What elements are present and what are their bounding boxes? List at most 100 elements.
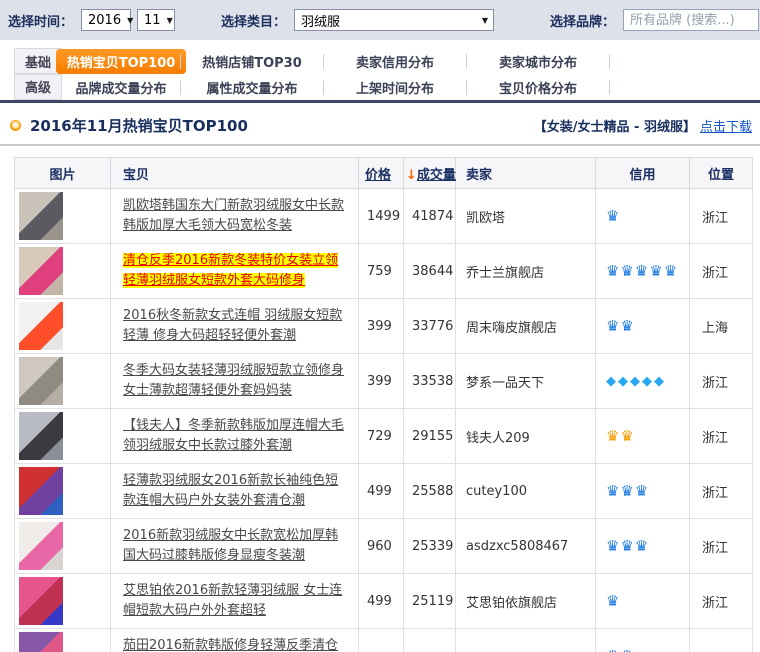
tab-hot-items-top100[interactable]: 热销宝贝TOP100 [62, 48, 180, 74]
tab-label: 品牌成交量分布 [75, 78, 166, 97]
col-header-credit: 信用 [596, 158, 690, 189]
tab-seller-city-distribution[interactable]: 卖家城市分布 [467, 48, 609, 74]
month-select[interactable]: 11 ▼ [137, 9, 175, 31]
category-select[interactable]: 羽绒服 ▼ [294, 9, 494, 31]
item-cell: 茄田2016新款韩版修身轻薄反季清仓羽绒服女短款连帽 [111, 629, 359, 652]
section-header: 2016年11月热销宝贝TOP100 【女装/女士精品 - 羽绒服】 点击下载 [8, 113, 752, 137]
dropdown-caret-icon: ▼ [167, 16, 173, 25]
download-link[interactable]: 点击下载 [700, 116, 752, 135]
basic-tab-row: 基础 热销宝贝TOP100热销店铺TOP30卖家信用分布卖家城市分布 [14, 48, 760, 74]
item-title-link[interactable]: 冬季大码女装轻薄羽绒服短款立领修身女士薄款超薄轻便外套妈妈装 [123, 363, 344, 398]
item-title-link[interactable]: 清仓反季2016新款冬装特价女装立领轻薄羽绒服女短款外套大码修身 [123, 253, 338, 288]
picture-cell [15, 574, 111, 629]
item-thumbnail[interactable] [19, 357, 63, 405]
credit-cell: ♛♛♛ [596, 519, 690, 574]
location-cell: 浙江 [690, 519, 753, 574]
tab-label: 属性成交量分布 [206, 78, 297, 97]
location-cell: 浙江 [690, 189, 753, 244]
diamond-blue-icon: ◆ [618, 374, 628, 389]
table-row: 【钱夫人】冬季新款韩版加厚连帽大毛领羽绒服女中长款过膝外套潮72929155钱夫… [15, 409, 753, 464]
price-cell: 499 [359, 464, 404, 519]
table-row: 2016新款羽绒服女中长款宽松加厚韩国大码过膝韩版修身显瘦冬装潮96025339… [15, 519, 753, 574]
tab-seller-credit-distribution[interactable]: 卖家信用分布 [324, 48, 466, 74]
crown-blue-icon: ♛ [620, 647, 633, 652]
diamond-blue-icon: ◆ [606, 374, 616, 389]
sales-cell: 33776 [404, 299, 456, 354]
item-thumbnail[interactable] [19, 577, 63, 625]
crown-blue-icon: ♛ [606, 482, 619, 500]
crown-blue-icon: ♛ [620, 482, 633, 500]
item-thumbnail[interactable] [19, 632, 63, 652]
crown-blue-icon: ♛ [606, 647, 619, 652]
item-title-link[interactable]: 2016秋冬新款女式连帽 羽绒服女短款轻薄 修身大码超轻轻便外套潮 [123, 308, 342, 343]
sort-by-sales-link[interactable]: 成交量 [417, 168, 456, 183]
item-title-link[interactable]: 2016新款羽绒服女中长款宽松加厚韩国大码过膝韩版修身显瘦冬装潮 [123, 528, 338, 563]
item-thumbnail[interactable] [19, 412, 63, 460]
sales-cell: 25119 [404, 574, 456, 629]
tab-hot-shops-top30[interactable]: 热销店铺TOP30 [181, 48, 323, 74]
item-title-link[interactable]: 轻薄款羽绒服女2016新款长袖纯色短款连帽大码户外女装外套清仓潮 [123, 473, 338, 508]
table-row: 2016秋冬新款女式连帽 羽绒服女短款轻薄 修身大码超轻轻便外套潮 3993377… [15, 299, 753, 354]
tab-label: 热销店铺TOP30 [202, 52, 302, 71]
location-cell: 浙江 [690, 354, 753, 409]
col-header-loc: 位置 [690, 158, 753, 189]
crown-blue-icon: ♛ [620, 537, 633, 555]
item-title-link[interactable]: 【钱夫人】冬季新款韩版加厚连帽大毛领羽绒服女中长款过膝外套潮 [123, 418, 344, 453]
diamond-blue-icon: ◆ [642, 374, 652, 389]
table-header-row: 图片宝贝价格↓成交量卖家信用位置 [15, 158, 753, 189]
section-divider [0, 144, 760, 146]
diamond-blue-icon: ◆ [630, 374, 640, 389]
item-thumbnail[interactable] [19, 192, 63, 240]
tab-bar: 基础 热销宝贝TOP100热销店铺TOP30卖家信用分布卖家城市分布 高级 品牌… [0, 48, 760, 103]
item-thumbnail[interactable] [19, 522, 63, 570]
price-cell: 499 [359, 574, 404, 629]
location-cell: 上海 [690, 299, 753, 354]
item-title-link[interactable]: 茄田2016新款韩版修身轻薄反季清仓羽绒服女短款连帽 [123, 638, 338, 652]
location-cell: 浙江 [690, 244, 753, 299]
sort-by-price-link[interactable]: 价格 [365, 168, 391, 183]
filter-bar: 选择时间： 2016 ▼ 11 ▼ 选择类目： 羽绒服 ▼ 选择品牌： [0, 0, 760, 40]
col-header-label: 位置 [708, 168, 734, 183]
table-row: 凯欧塔韩国东大门新款羽绒服女中长款韩版加厚大毛领大码宽松冬装149941874凯… [15, 189, 753, 244]
item-thumbnail[interactable] [19, 247, 63, 295]
diamond-blue-icon: ◆ [654, 374, 664, 389]
crown-blue-icon: ♛ [606, 537, 619, 555]
crown-blue-icon: ♛ [606, 207, 619, 225]
dropdown-caret-icon: ▼ [482, 16, 488, 25]
crown-blue-icon: ♛ [635, 482, 648, 500]
credit-cell: ♛♛ [596, 299, 690, 354]
brand-filter-label: 选择品牌： [550, 11, 615, 30]
picture-cell [15, 629, 111, 652]
brand-search-input[interactable] [623, 9, 759, 31]
item-cell: 清仓反季2016新款冬装特价女装立领轻薄羽绒服女短款外套大码修身 [111, 244, 359, 299]
tab-listing-time-distribution[interactable]: 上架时间分布 [324, 74, 466, 100]
picture-cell [15, 299, 111, 354]
seller-cell: 梦系一品天下 [456, 354, 596, 409]
time-filter-label: 选择时间： [8, 11, 73, 30]
sales-cell [404, 629, 456, 652]
sales-cell: 33538 [404, 354, 456, 409]
item-title-link[interactable]: 凯欧塔韩国东大门新款羽绒服女中长款韩版加厚大毛领大码宽松冬装 [123, 198, 344, 233]
tab-item-price-distribution[interactable]: 宝贝价格分布 [467, 74, 609, 100]
picture-cell [15, 409, 111, 464]
crown-blue-icon: ♛ [649, 262, 662, 280]
seller-cell: asdzxc5808467 [456, 519, 596, 574]
item-title-link[interactable]: 艾思铂依2016新款轻薄羽绒服 女士连帽短款大码户外外套超轻 [123, 583, 342, 618]
tab-label: 卖家城市分布 [499, 52, 577, 71]
seller-cell: 艾思铂依旗舰店 [456, 574, 596, 629]
year-select[interactable]: 2016 ▼ [81, 9, 131, 31]
tab-attribute-sales-distribution[interactable]: 属性成交量分布 [181, 74, 323, 100]
item-cell: 2016秋冬新款女式连帽 羽绒服女短款轻薄 修身大码超轻轻便外套潮 [111, 299, 359, 354]
category-filter-group: 选择类目： 羽绒服 ▼ [221, 9, 494, 31]
credit-cell: ◆◆◆◆◆ [596, 354, 690, 409]
sales-cell: 41874 [404, 189, 456, 244]
tabbar-underline [0, 100, 760, 103]
tab-brand-sales-distribution[interactable]: 品牌成交量分布 [62, 74, 180, 100]
item-thumbnail[interactable] [19, 302, 63, 350]
year-select-value: 2016 [88, 13, 121, 28]
item-thumbnail[interactable] [19, 467, 63, 515]
tab-label: 卖家信用分布 [356, 52, 434, 71]
credit-cell: ♛♛ [596, 409, 690, 464]
price-cell: 399 [359, 299, 404, 354]
seller-cell: 周末嗨皮旗舰店 [456, 299, 596, 354]
